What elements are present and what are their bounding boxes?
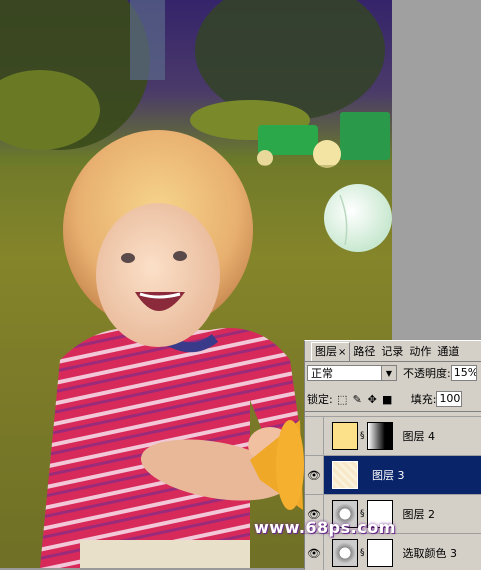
lock-all-icon[interactable]: ■	[382, 394, 393, 405]
layer-mask-thumbnail	[366, 539, 393, 567]
lock-label: 锁定:	[307, 393, 333, 406]
layer-thumbnail	[332, 461, 358, 489]
visibility-toggle[interactable]	[305, 417, 324, 455]
workspace-background	[392, 0, 481, 340]
blend-opacity-row: 正常 ▼ 不透明度: 15%	[307, 365, 477, 381]
layer-row-4[interactable]: § 图层 4	[305, 417, 481, 456]
link-icon: §	[360, 431, 365, 441]
tab-paths[interactable]: 路径	[350, 343, 378, 361]
fill-input[interactable]: 100%	[436, 391, 463, 407]
panel-tabs: 图层× 路径 记录 动作 通道	[305, 341, 481, 362]
tab-channels[interactable]: 通道	[434, 343, 462, 361]
lock-fill-row: 锁定: ⬚ ✎ ✥ ■ 填充: 100%	[307, 391, 463, 407]
tab-layers-label: 图层	[315, 345, 337, 358]
layer-name: 图层 3	[372, 469, 405, 482]
eye-icon[interactable]: 👁	[305, 534, 324, 570]
adjustment-thumbnail	[332, 539, 358, 567]
lock-image-icon[interactable]: ✎	[352, 394, 363, 405]
lock-transparent-icon[interactable]: ⬚	[337, 394, 348, 405]
opacity-label: 不透明度:	[403, 367, 451, 380]
tab-history[interactable]: 记录	[378, 343, 406, 361]
layer-name: 图层 4	[402, 430, 436, 443]
tab-close-icon[interactable]: ×	[338, 347, 346, 358]
blend-mode-select[interactable]: 正常 ▼	[307, 365, 397, 381]
tab-actions[interactable]: 动作	[406, 343, 434, 361]
tab-layers[interactable]: 图层×	[311, 342, 351, 361]
layer-thumbnail	[332, 422, 358, 450]
lock-position-icon[interactable]: ✥	[367, 394, 378, 405]
link-icon: §	[360, 548, 365, 558]
opacity-input[interactable]: 15%	[450, 365, 477, 381]
fill-label: 填充:	[410, 393, 437, 406]
layer-mask-thumbnail	[366, 422, 393, 450]
blend-mode-value: 正常	[311, 367, 333, 380]
eye-icon[interactable]: 👁	[305, 456, 324, 494]
layers-list: § 图层 4 👁 图层 3 👁 § 图层 2 👁 § 选取颜色 3	[305, 411, 481, 570]
watermark-logo: www.68ps.com	[254, 518, 396, 537]
layer-name: 图层 2	[402, 508, 436, 521]
layer-row-3[interactable]: 👁 图层 3	[305, 456, 481, 495]
chevron-down-icon[interactable]: ▼	[381, 366, 396, 380]
layer-row-selective-color[interactable]: 👁 § 选取颜色 3	[305, 534, 481, 570]
layer-name: 选取颜色 3	[402, 547, 458, 560]
